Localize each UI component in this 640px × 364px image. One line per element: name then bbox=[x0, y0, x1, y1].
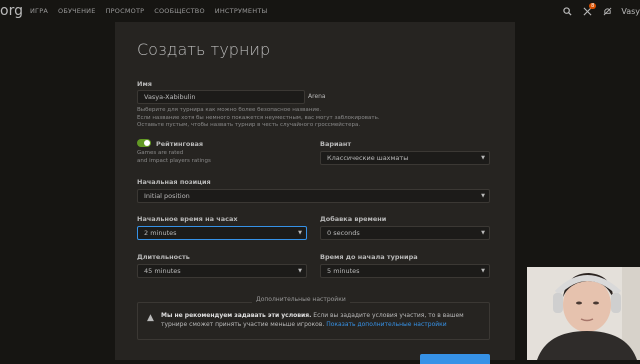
clock-time-select[interactable]: 2 minutes ▼ bbox=[137, 226, 307, 240]
rated-toggle[interactable] bbox=[137, 139, 151, 147]
chevron-down-icon: ▼ bbox=[298, 230, 302, 236]
start-time-select[interactable]: 5 minutes ▼ bbox=[320, 264, 490, 278]
name-hint-1: Выберите для турнира как можно более без… bbox=[137, 107, 322, 113]
increment-value: 0 seconds bbox=[327, 229, 360, 237]
rated-hint-1: Games are rated bbox=[137, 150, 184, 156]
nav-item-tools[interactable]: ИНСТРУМЕНТЫ bbox=[215, 7, 268, 15]
main-nav: ИГРА ОБУЧЕНИЕ ПРОСМОТР СООБЩЕСТВО ИНСТРУ… bbox=[30, 7, 267, 15]
name-label: Имя bbox=[137, 80, 152, 88]
position-select[interactable]: Initial position ▼ bbox=[137, 189, 490, 203]
increment-select[interactable]: 0 seconds ▼ bbox=[320, 226, 490, 240]
notifications-off-icon[interactable] bbox=[601, 4, 613, 18]
position-value: Initial position bbox=[144, 192, 190, 200]
nav-item-watch[interactable]: ПРОСМОТР bbox=[106, 7, 145, 15]
name-hint-2: Если название хотя бы немного покажется … bbox=[137, 114, 380, 121]
increment-label: Добавка времени bbox=[320, 215, 387, 223]
chevron-down-icon: ▼ bbox=[481, 155, 485, 161]
variant-value: Классические шахматы bbox=[327, 154, 409, 162]
user-menu[interactable]: Vasy bbox=[621, 7, 640, 16]
create-tournament-button[interactable] bbox=[420, 354, 490, 364]
duration-select[interactable]: 45 minutes ▼ bbox=[137, 264, 307, 278]
name-hint-3: Оставьте пустым, чтобы назвать турнир в … bbox=[137, 122, 361, 128]
challenge-swords-icon[interactable]: 8 bbox=[581, 3, 597, 18]
chevron-down-icon: ▼ bbox=[298, 268, 302, 274]
tournament-name-input[interactable]: Vasya-Xabibulin bbox=[137, 90, 305, 104]
advanced-warning: Мы не рекомендуем задавать эти условия. … bbox=[161, 311, 481, 329]
start-time-value: 5 minutes bbox=[327, 267, 360, 275]
chevron-down-icon: ▼ bbox=[481, 230, 485, 236]
rated-label: Рейтинговая bbox=[156, 140, 204, 148]
chevron-down-icon: ▼ bbox=[481, 268, 485, 274]
page-title: Создать турнир bbox=[137, 40, 271, 59]
duration-label: Длительность bbox=[137, 253, 190, 261]
variant-label: Вариант bbox=[320, 140, 352, 148]
start-label: Время до начала турнира bbox=[320, 253, 418, 261]
top-bar: org ИГРА ОБУЧЕНИЕ ПРОСМОТР СООБЩЕСТВО ИН… bbox=[0, 0, 640, 24]
nav-item-community[interactable]: СООБЩЕСТВО bbox=[154, 7, 205, 15]
duration-value: 45 minutes bbox=[144, 267, 181, 275]
name-suffix: Arena bbox=[308, 93, 326, 100]
show-advanced-link[interactable]: Показать дополнительные настройки bbox=[326, 321, 446, 328]
advanced-settings-legend: Дополнительные настройки bbox=[252, 296, 350, 303]
site-logo[interactable]: org bbox=[0, 3, 23, 19]
chevron-down-icon: ▼ bbox=[481, 193, 485, 199]
create-tournament-panel: Создать турнир Имя Vasya-Xabibulin Arena… bbox=[115, 22, 515, 364]
clock-label: Начальное время на часах bbox=[137, 215, 238, 223]
warning-bold: Мы не рекомендуем задавать эти условия. bbox=[161, 312, 312, 319]
search-icon[interactable] bbox=[561, 4, 573, 18]
nav-item-learn[interactable]: ОБУЧЕНИЕ bbox=[58, 7, 96, 15]
webcam-overlay bbox=[527, 267, 640, 360]
top-icons: 8 Vasy bbox=[561, 3, 640, 18]
clock-time-value: 2 minutes bbox=[144, 229, 177, 237]
rated-hint-2: and impact players ratings bbox=[137, 157, 211, 164]
notification-badge: 8 bbox=[589, 3, 597, 9]
nav-item-play[interactable]: ИГРА bbox=[30, 7, 48, 15]
variant-select[interactable]: Классические шахматы ▼ bbox=[320, 151, 490, 165]
position-label: Начальная позиция bbox=[137, 178, 211, 186]
warning-icon: ▲ bbox=[147, 313, 154, 323]
